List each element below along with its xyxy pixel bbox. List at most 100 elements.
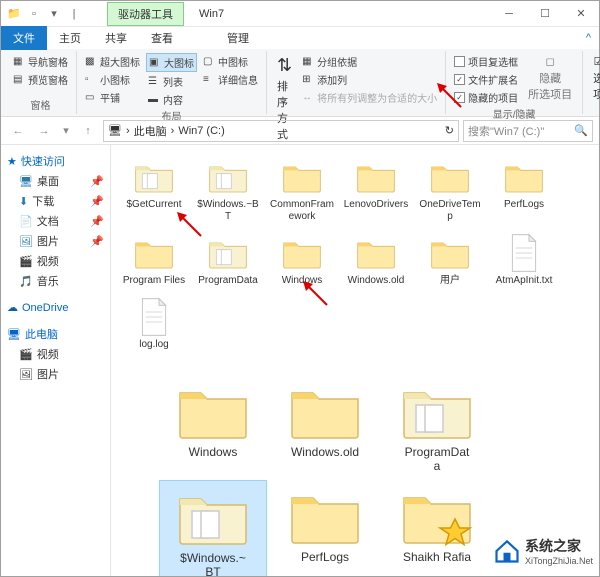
options-button[interactable]: ☑选项 [589, 53, 600, 104]
qat-dropdown-icon[interactable]: ▾ [47, 7, 61, 21]
watermark: 系统之家 XiTongZhiJia.Net [493, 536, 593, 566]
file-item[interactable]: CommonFramework [267, 153, 337, 227]
tab-home[interactable]: 主页 [47, 26, 93, 50]
file-view[interactable]: $GetCurrent$Windows.~BTCommonFrameworkLe… [111, 145, 599, 576]
file-item[interactable]: OneDriveTemp [415, 153, 485, 227]
medium-icons-button[interactable]: ▢中图标 [201, 53, 260, 70]
file-item[interactable]: 用户 [415, 229, 485, 291]
address-bar-row: ← → ▾ ↑ 🖥 › 此电脑 › Win7 (C:) ↻ 搜索"Win7 (C… [1, 117, 599, 145]
details-button[interactable]: ≡详细信息 [201, 71, 260, 88]
item-checkboxes-toggle[interactable]: 项目复选框 [452, 53, 520, 70]
file-extensions-toggle[interactable]: ✓文件扩展名 [452, 71, 520, 88]
large-icons-button[interactable]: ▣大图标 [146, 53, 197, 72]
hidden-items-toggle[interactable]: ✓隐藏的项目 [452, 89, 520, 106]
refresh-icon[interactable]: ↻ [445, 124, 454, 137]
pc-icon: 🖥 [108, 124, 122, 137]
file-item[interactable]: ProgramData [193, 229, 263, 291]
ribbon-group-layout: ▩超大图标 ▫小图标 ▭平铺 ▣大图标 ☰列表 ▬内容 ▢中图标 ≡详细信息 布… [77, 51, 267, 114]
chevron-right-icon[interactable]: › [171, 125, 175, 137]
file-item[interactable]: PerfLogs [489, 153, 559, 227]
tab-view[interactable]: 查看 [139, 26, 185, 50]
nav-pane-button[interactable]: ▦导航窗格 [11, 53, 70, 70]
sidebar-item-downloads[interactable]: ⬇下载📌 [5, 191, 106, 211]
file-item[interactable]: LenovoDrivers [341, 153, 411, 227]
ribbon-group-panes: ▦导航窗格 ▤预览窗格 窗格 [5, 51, 77, 114]
content-button[interactable]: ▬内容 [146, 91, 197, 108]
minimize-button[interactable]: ─ [491, 3, 527, 25]
groupby-button[interactable]: ▦分组依据 [300, 53, 439, 70]
contextual-tab-drive-tools[interactable]: 驱动器工具 [107, 2, 184, 26]
sidebar-item-quickaccess[interactable]: ★快速访问 [5, 151, 106, 171]
sidebar-item-videos[interactable]: 🎬视频 [5, 251, 106, 271]
file-item[interactable]: Windows.old [341, 229, 411, 291]
file-item[interactable]: AtmApInit.txt [489, 229, 559, 291]
ribbon-group-currentview: ⇅排序方式 ▦分组依据 ⊞添加列 ↔将所有列调整为合适的大小 当前视图 [267, 51, 446, 114]
file-item[interactable]: $Windows.~BT [159, 480, 267, 576]
file-item[interactable]: $GetCurrent [119, 153, 189, 227]
breadcrumb[interactable]: 🖥 › 此电脑 › Win7 (C:) ↻ [103, 120, 459, 142]
sidebar-item-pictures2[interactable]: 🖼图片 [5, 364, 106, 384]
chevron-right-icon[interactable]: › [126, 125, 130, 137]
file-item[interactable]: Windows [267, 229, 337, 291]
file-name: ProgramData [402, 445, 472, 474]
file-name: PerfLogs [504, 199, 544, 211]
pictures-icon: 🖼 [19, 235, 33, 248]
pin-icon: 📌 [90, 175, 104, 188]
ribbon-body: ▦导航窗格 ▤预览窗格 窗格 ▩超大图标 ▫小图标 ▭平铺 ▣大图标 ☰列表 ▬… [1, 49, 599, 117]
list-button[interactable]: ☰列表 [146, 73, 197, 90]
search-icon: 🔍 [574, 124, 588, 137]
onedrive-icon: ☁ [7, 301, 18, 314]
breadcrumb-segment-drive[interactable]: Win7 (C:) [178, 125, 224, 137]
pc-icon: 🖥 [7, 328, 21, 341]
folder-icon: 📁 [7, 7, 21, 21]
preview-pane-button[interactable]: ▤预览窗格 [11, 71, 70, 88]
title-location: Win7 [188, 4, 235, 24]
file-item[interactable]: log.log [119, 293, 189, 355]
sidebar-item-music[interactable]: 🎵音乐 [5, 271, 106, 291]
explorer-window: 📁 ▫ ▾ | 驱动器工具 Win7 ─ ☐ ✕ 文件 主页 共享 查看 管理 … [0, 0, 600, 577]
close-button[interactable]: ✕ [563, 3, 599, 25]
sidebar-item-thispc[interactable]: 🖥此电脑 [5, 324, 106, 344]
file-name: $GetCurrent [126, 199, 181, 211]
sidebar-item-desktop[interactable]: 🖥桌面📌 [5, 171, 106, 191]
tab-manage[interactable]: 管理 [215, 26, 261, 50]
forward-button[interactable]: → [33, 120, 55, 142]
file-name: Windows [282, 275, 323, 287]
extralarge-icons-button[interactable]: ▩超大图标 [83, 53, 142, 70]
file-name: CommonFramework [269, 199, 335, 223]
tiles-button[interactable]: ▭平铺 [83, 89, 142, 106]
tab-file[interactable]: 文件 [1, 26, 47, 50]
content-area: ★快速访问 🖥桌面📌 ⬇下载📌 📄文档📌 🖼图片📌 🎬视频 🎵音乐 ☁OneDr… [1, 145, 599, 576]
small-icons-button[interactable]: ▫小图标 [83, 71, 142, 88]
history-dropdown-icon[interactable]: ▾ [59, 120, 73, 142]
back-button[interactable]: ← [7, 120, 29, 142]
sidebar-item-pictures[interactable]: 🖼图片📌 [5, 231, 106, 251]
pin-icon: 📌 [90, 215, 104, 228]
file-name: log.log [139, 339, 168, 351]
search-input[interactable]: 搜索"Win7 (C:)" 🔍 [463, 120, 593, 142]
ribbon-collapse-icon[interactable]: ^ [578, 28, 599, 48]
file-item[interactable]: $Windows.~BT [193, 153, 263, 227]
hide-selected-button[interactable]: ◻隐藏 所选项目 [524, 53, 576, 106]
downloads-icon: ⬇ [19, 195, 28, 208]
up-button[interactable]: ↑ [77, 120, 99, 142]
autofit-button[interactable]: ↔将所有列调整为合适的大小 [300, 89, 439, 106]
navigation-pane: ★快速访问 🖥桌面📌 ⬇下载📌 📄文档📌 🖼图片📌 🎬视频 🎵音乐 ☁OneDr… [1, 145, 111, 576]
props-icon[interactable]: ▫ [27, 7, 41, 21]
file-item[interactable]: Shaikh Rafia [383, 480, 491, 576]
file-item[interactable]: Program Files [119, 229, 189, 291]
tab-share[interactable]: 共享 [93, 26, 139, 50]
file-name: 用户 [440, 275, 460, 287]
sidebar-item-documents[interactable]: 📄文档📌 [5, 211, 106, 231]
file-item[interactable]: PerfLogs [271, 480, 379, 576]
sidebar-item-onedrive[interactable]: ☁OneDrive [5, 299, 106, 316]
breadcrumb-segment-pc[interactable]: 此电脑 [134, 123, 167, 139]
star-icon: ★ [7, 155, 17, 168]
addcolumns-button[interactable]: ⊞添加列 [300, 71, 439, 88]
file-item[interactable]: Windows [159, 375, 267, 478]
file-item[interactable]: ProgramData [383, 375, 491, 478]
file-item[interactable]: Windows.old [271, 375, 379, 478]
sidebar-item-videos2[interactable]: 🎬视频 [5, 344, 106, 364]
maximize-button[interactable]: ☐ [527, 3, 563, 25]
file-name: Windows.old [291, 445, 359, 459]
